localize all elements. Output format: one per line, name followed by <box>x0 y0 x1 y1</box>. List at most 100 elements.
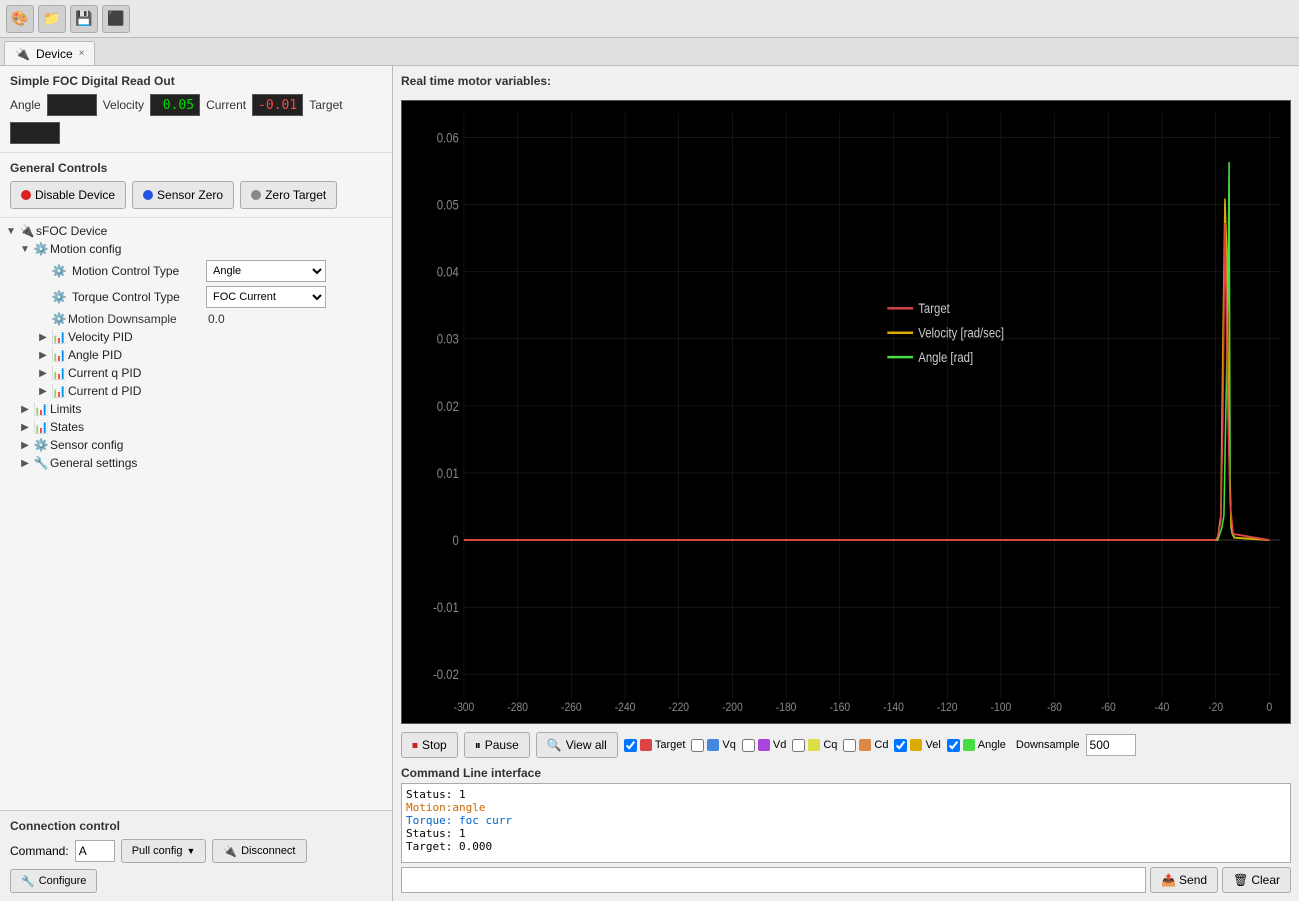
vd-checkbox[interactable] <box>742 739 755 752</box>
motion-control-type-select[interactable]: Angle Velocity Torque Angle Openloop Vel… <box>206 260 326 282</box>
svg-text:-60: -60 <box>1101 701 1116 714</box>
cli-line-1: Status: 1 <box>406 788 1286 801</box>
clear-label: Clear <box>1251 873 1280 887</box>
general-controls-title: General Controls <box>10 161 382 175</box>
pause-button[interactable]: ⏸ Pause <box>464 732 530 758</box>
general-settings-expand-icon[interactable]: ▶ <box>18 458 32 469</box>
save-button[interactable]: 💾 <box>70 5 98 33</box>
cli-line-2: Motion:angle <box>406 801 1286 814</box>
tree-row-motion-downsample: ⚙️ Motion Downsample 0.0 <box>0 310 392 328</box>
cd-checkbox[interactable] <box>843 739 856 752</box>
tree-item-limits[interactable]: ▶ 📊 Limits <box>0 400 392 418</box>
stop-button[interactable]: ⏹ Stop <box>401 732 458 758</box>
states-expand-icon[interactable]: ▶ <box>18 422 32 433</box>
vq-checkbox[interactable] <box>691 739 704 752</box>
tree-item-angle-pid[interactable]: ▶ 📊 Angle PID <box>0 346 392 364</box>
vd-checkbox-label[interactable]: Vd <box>742 739 786 752</box>
sensor-config-expand-icon[interactable]: ▶ <box>18 440 32 451</box>
new-button[interactable]: 🎨 <box>6 5 34 33</box>
command-label: Command: <box>10 844 69 858</box>
tree-row-motion-control-type: ⚙️ Motion Control Type Angle Velocity To… <box>0 258 392 284</box>
tree-item-sensor-config[interactable]: ▶ ⚙️ Sensor config <box>0 436 392 454</box>
tree-item-velocity-pid[interactable]: ▶ 📊 Velocity PID <box>0 328 392 346</box>
pull-config-label: Pull config <box>132 845 183 857</box>
target-checkbox[interactable] <box>624 739 637 752</box>
tree-item-motion-config[interactable]: ▼ ⚙️ Motion config <box>0 240 392 258</box>
tree-item-sfoc-device[interactable]: ▼ 🔌 sFOC Device <box>0 222 392 240</box>
sfoc-expand-icon[interactable]: ▼ <box>4 226 18 237</box>
tabbar: 🔌 Device × <box>0 38 1299 66</box>
angle-pid-expand-icon[interactable]: ▶ <box>36 350 50 361</box>
svg-text:-140: -140 <box>883 701 904 714</box>
sensor-zero-button[interactable]: Sensor Zero <box>132 181 234 209</box>
stop-label: Stop <box>422 738 447 752</box>
current-d-expand-icon[interactable]: ▶ <box>36 386 50 397</box>
angle-checkbox-label[interactable]: Angle <box>947 739 1006 752</box>
states-label: States <box>50 420 84 434</box>
current-q-pid-label: Current q PID <box>68 366 141 380</box>
toolbar: 🎨 📁 💾 ⬛ <box>0 0 1299 38</box>
vel-checkbox[interactable] <box>894 739 907 752</box>
controls-btn-row: Disable Device Sensor Zero Zero Target <box>10 181 382 209</box>
angle-pid-label: Angle PID <box>68 348 122 362</box>
send-button[interactable]: 📤 Send <box>1150 867 1218 893</box>
svg-text:-260: -260 <box>561 701 582 714</box>
svg-text:-40: -40 <box>1155 701 1170 714</box>
angle-checkbox[interactable] <box>947 739 960 752</box>
pull-config-wrap: Pull config ▼ <box>121 839 207 863</box>
cq-checkbox-label[interactable]: Cq <box>792 739 837 752</box>
view-all-button[interactable]: 🔍 View all <box>536 732 618 758</box>
target-checkbox-label[interactable]: Target <box>624 739 686 752</box>
downsample-input[interactable] <box>1086 734 1136 756</box>
vd-cb-label: Vd <box>773 739 786 751</box>
zero-target-button[interactable]: Zero Target <box>240 181 337 209</box>
vel-checkbox-label[interactable]: Vel <box>894 739 940 752</box>
pause-label: Pause <box>485 738 519 752</box>
send-icon: 📤 <box>1161 873 1176 887</box>
cli-input-field[interactable] <box>401 867 1146 893</box>
general-settings-label: General settings <box>50 456 137 470</box>
target-legend-color <box>640 739 652 751</box>
tree-item-states[interactable]: ▶ 📊 States <box>0 418 392 436</box>
svg-text:0.06: 0.06 <box>437 131 459 146</box>
svg-text:-220: -220 <box>668 701 689 714</box>
cd-checkbox-label[interactable]: Cd <box>843 739 888 752</box>
tree-item-general-settings[interactable]: ▶ 🔧 General settings <box>0 454 392 472</box>
terminal-button[interactable]: ⬛ <box>102 5 130 33</box>
current-q-pid-icon: 📊 <box>50 366 68 380</box>
disable-device-button[interactable]: Disable Device <box>10 181 126 209</box>
vq-checkbox-label[interactable]: Vq <box>691 739 735 752</box>
view-all-icon: 🔍 <box>547 738 562 752</box>
cd-cb-label: Cd <box>874 739 888 751</box>
device-tab[interactable]: 🔌 Device × <box>4 41 95 65</box>
tree-item-current-q-pid[interactable]: ▶ 📊 Current q PID <box>0 364 392 382</box>
clear-icon: 🗑 <box>1233 873 1248 887</box>
configure-button[interactable]: 🔧 Configure <box>10 869 97 893</box>
svg-text:-300: -300 <box>454 701 475 714</box>
motion-config-icon: ⚙️ <box>32 242 50 256</box>
svg-text:0: 0 <box>452 533 458 548</box>
current-q-expand-icon[interactable]: ▶ <box>36 368 50 379</box>
tab-close-icon[interactable]: × <box>79 48 85 59</box>
tree-item-current-d-pid[interactable]: ▶ 📊 Current d PID <box>0 382 392 400</box>
velocity-pid-icon: 📊 <box>50 330 68 344</box>
cq-checkbox[interactable] <box>792 739 805 752</box>
torque-control-type-select[interactable]: FOC Current DC Current Voltage <box>206 286 326 308</box>
velocity-pid-expand-icon[interactable]: ▶ <box>36 332 50 343</box>
right-panel: Real time motor variables: <box>393 66 1299 901</box>
tab-label: Device <box>36 47 73 61</box>
svg-text:0: 0 <box>1266 701 1272 714</box>
cli-input-row: 📤 Send 🗑 Clear <box>401 867 1291 893</box>
vd-legend-color <box>758 739 770 751</box>
torque-control-type-label: Torque Control Type <box>72 290 202 304</box>
limits-expand-icon[interactable]: ▶ <box>18 404 32 415</box>
current-value: -0.01 <box>252 94 303 116</box>
disconnect-button[interactable]: 🔌 Disconnect <box>212 839 306 863</box>
clear-button[interactable]: 🗑 Clear <box>1222 867 1291 893</box>
pull-config-button[interactable]: Pull config ▼ <box>121 839 207 863</box>
motion-downsample-label: Motion Downsample <box>68 312 208 326</box>
command-input[interactable] <box>75 840 115 862</box>
motion-config-expand-icon[interactable]: ▼ <box>18 244 32 255</box>
open-button[interactable]: 📁 <box>38 5 66 33</box>
angle-value <box>47 94 97 116</box>
